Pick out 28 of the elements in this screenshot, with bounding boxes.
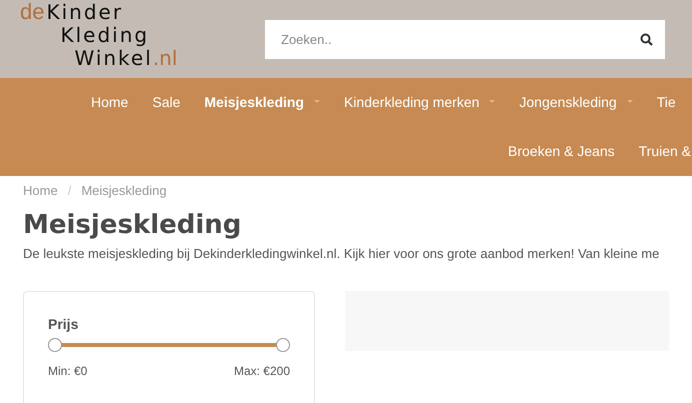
slider-handle[interactable] [276,338,290,352]
logo-text: Winkel.nl [74,47,178,70]
breadcrumb-link[interactable]: Home [23,183,58,198]
nav-item[interactable]: Kinderkleding merken [332,94,508,110]
min-price: Min: €0 [48,364,88,378]
nav-item[interactable]: Meisjeskleding [192,94,332,110]
breadcrumb-separator: / [68,183,72,198]
search-icon[interactable] [640,32,653,46]
logo-prefix: de [20,1,44,23]
caret-icon [626,100,633,104]
logo-text: Kleding [59,24,150,47]
nav-item[interactable]: Tie [644,94,688,110]
nav-item[interactable]: Broeken & Jeans [496,143,627,159]
logo-text: Kinder [46,1,124,24]
nav-item[interactable]: Truien & [626,143,692,159]
category-description: De leukste meisjeskleding bij Dekinderkledingwinkel.nl. Kijk hier voor ons grote aanbod merken! Van kleine me [23,246,660,261]
nav-item[interactable]: Jongenskleding [507,94,645,110]
max-price: Max: €200 [234,364,290,378]
slider-handle[interactable] [48,338,62,352]
breadcrumb-link[interactable]: Meisjeskleding [81,183,167,198]
filter-title: Prijs [48,316,80,332]
search-field[interactable]: Zoeken.. [265,20,665,58]
nav-item[interactable]: Sale [140,94,192,110]
nav-item[interactable]: Home [79,94,140,110]
caret-icon [489,100,496,104]
logo[interactable]: de Kinder Kleding Winkel.nl [20,1,178,73]
caret-icon [314,100,320,104]
page-title: Meisjeskleding [23,210,242,240]
